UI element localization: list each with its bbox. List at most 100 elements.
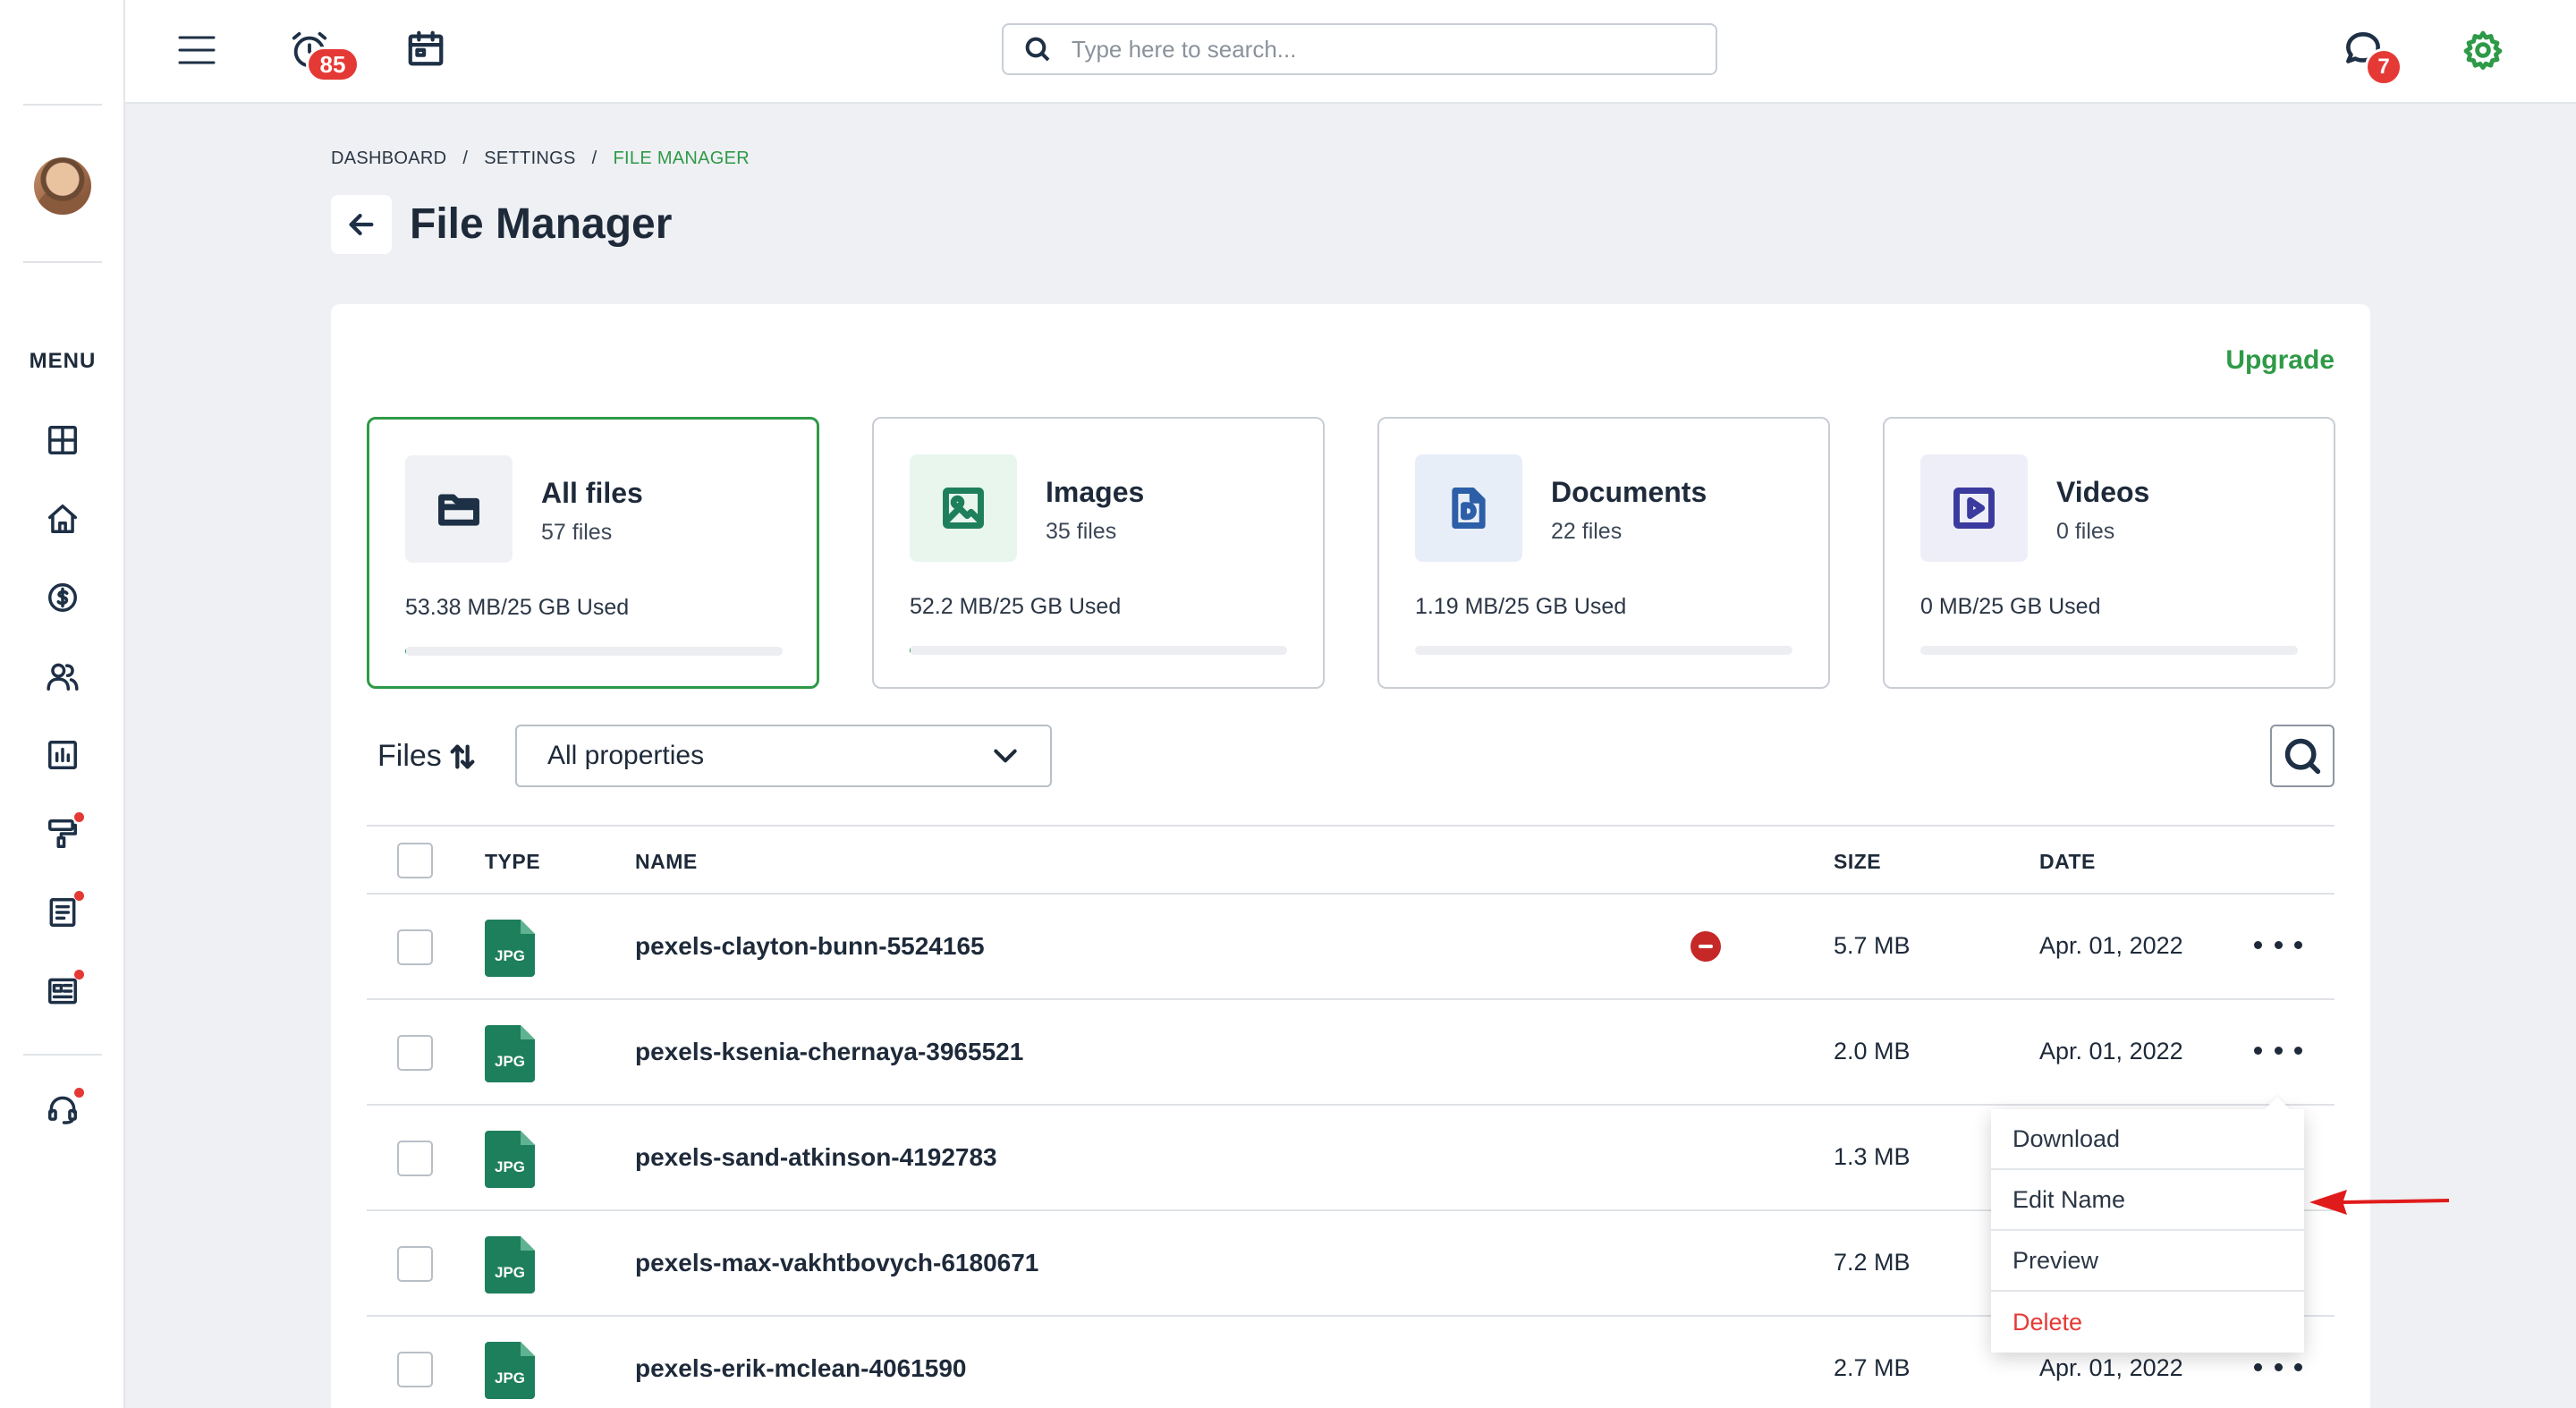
- newspaper-icon: [48, 978, 77, 1005]
- notification-dot: [74, 970, 84, 980]
- storage-used: 1.19 MB/25 GB Used: [1415, 594, 1627, 619]
- dot: [2294, 940, 2302, 949]
- settings-button[interactable]: [2458, 25, 2508, 75]
- sidebar-divider: [23, 104, 102, 106]
- menu-item-download[interactable]: Download: [1991, 1109, 2304, 1170]
- table-search-button[interactable]: [2270, 725, 2334, 787]
- property-select[interactable]: All properties: [515, 725, 1052, 787]
- dot: [2294, 1362, 2302, 1371]
- row-checkbox[interactable]: [397, 1246, 433, 1282]
- dot: [2274, 940, 2283, 949]
- video-icon: [1953, 488, 1995, 529]
- back-button[interactable]: [331, 195, 392, 254]
- sidebar-item-support[interactable]: [43, 1088, 84, 1129]
- column-header-date[interactable]: DATE: [2039, 850, 2096, 874]
- sidebar-item-news[interactable]: [43, 970, 84, 1011]
- storage-title: All files: [541, 477, 643, 509]
- storage-icon-box: [405, 455, 513, 563]
- dot: [2274, 1046, 2283, 1055]
- storage-file-count: 0 files: [2056, 519, 2115, 544]
- file-size: 2.7 MB: [1834, 1354, 1911, 1381]
- table-row[interactable]: JPG pexels-clayton-bunn-5524165 5.7 MB A…: [367, 895, 2334, 1000]
- storage-title: Videos: [2056, 476, 2150, 508]
- storage-used: 53.38 MB/25 GB Used: [405, 595, 630, 620]
- image-icon: [943, 488, 984, 529]
- menu-item-delete[interactable]: Delete: [1991, 1292, 2304, 1353]
- breadcrumb-separator: /: [462, 148, 469, 168]
- column-header-size[interactable]: SIZE: [1834, 850, 1881, 874]
- layout-icon: [48, 426, 77, 454]
- menu-item-edit-name[interactable]: Edit Name: [1991, 1170, 2304, 1231]
- storage-card-all-files[interactable]: All files 57 files 53.38 MB/25 GB Used: [367, 417, 819, 689]
- alarm-button[interactable]: 85: [286, 27, 360, 82]
- breadcrumb-settings[interactable]: SETTINGS: [484, 148, 575, 169]
- paint-roller-icon: [48, 819, 77, 848]
- storage-progress-fill: [910, 646, 911, 655]
- dollar-icon: [48, 583, 77, 612]
- row-actions-button[interactable]: [2254, 927, 2302, 963]
- sidebar-item-users[interactable]: [43, 657, 82, 696]
- dot: [2294, 1046, 2302, 1055]
- calendar-button[interactable]: [402, 25, 449, 72]
- file-type-label: JPG: [495, 1370, 525, 1387]
- breadcrumb-separator: /: [591, 148, 597, 168]
- upgrade-link[interactable]: Upgrade: [2225, 345, 2334, 376]
- file-type-label: JPG: [495, 947, 525, 964]
- row-actions-button[interactable]: [2254, 1349, 2302, 1385]
- row-actions-button[interactable]: [2254, 1032, 2302, 1068]
- search-icon: [1025, 37, 1050, 62]
- storage-card-documents[interactable]: Documents 22 files 1.19 MB/25 GB Used: [1377, 417, 1830, 689]
- file-type-label: JPG: [495, 1053, 525, 1070]
- jpg-file-icon: JPG: [485, 1236, 535, 1293]
- hamburger-menu-button[interactable]: [174, 27, 220, 73]
- storage-progress-fill: [405, 647, 406, 656]
- chat-button[interactable]: 7: [2338, 25, 2402, 86]
- row-checkbox[interactable]: [397, 1035, 433, 1071]
- storage-icon-box: [910, 454, 1017, 562]
- file-name[interactable]: pexels-erik-mclean-4061590: [635, 1354, 966, 1383]
- dot: [2254, 940, 2262, 949]
- select-all-checkbox[interactable]: [397, 843, 433, 878]
- row-checkbox[interactable]: [397, 1352, 433, 1387]
- users-icon: [47, 663, 79, 691]
- table-row[interactable]: JPG pexels-ksenia-chernaya-3965521 2.0 M…: [367, 1000, 2334, 1106]
- chat-badge: 7: [2365, 48, 2402, 86]
- file-date: Apr. 01, 2022: [2039, 1354, 2183, 1381]
- search-input[interactable]: [1072, 35, 1680, 64]
- hamburger-icon: [178, 36, 216, 64]
- file-name[interactable]: pexels-sand-atkinson-4192783: [635, 1143, 997, 1172]
- breadcrumb-file-manager: FILE MANAGER: [613, 148, 750, 168]
- row-checkbox[interactable]: [397, 929, 433, 965]
- file-name[interactable]: pexels-ksenia-chernaya-3965521: [635, 1038, 1023, 1066]
- sidebar-item-dashboard[interactable]: [43, 420, 82, 460]
- file-size: 7.2 MB: [1834, 1249, 1911, 1276]
- menu-item-preview[interactable]: Preview: [1991, 1231, 2304, 1292]
- jpg-file-icon: JPG: [485, 920, 535, 977]
- calendar-icon: [408, 30, 444, 66]
- sidebar-item-paint[interactable]: [43, 812, 84, 853]
- storage-used: 52.2 MB/25 GB Used: [910, 594, 1122, 619]
- annotation-arrow-icon: [2309, 1190, 2449, 1215]
- sidebar-item-home[interactable]: [43, 499, 82, 539]
- file-type-label: JPG: [495, 1264, 525, 1281]
- column-header-name[interactable]: NAME: [635, 850, 698, 874]
- sidebar-item-documents[interactable]: [43, 891, 84, 932]
- sidebar-item-finance[interactable]: [43, 578, 82, 617]
- sidebar-item-reports[interactable]: [43, 735, 82, 775]
- document-icon: [1452, 488, 1486, 529]
- search-icon: [2284, 738, 2321, 775]
- search-box[interactable]: [1002, 23, 1717, 75]
- column-header-type[interactable]: TYPE: [485, 850, 540, 874]
- file-name[interactable]: pexels-max-vakhtbovych-6180671: [635, 1249, 1038, 1277]
- files-sort-button[interactable]: Files: [377, 739, 478, 774]
- breadcrumb-dashboard[interactable]: DASHBOARD: [331, 148, 446, 169]
- file-name[interactable]: pexels-clayton-bunn-5524165: [635, 932, 985, 961]
- row-checkbox[interactable]: [397, 1141, 433, 1176]
- dot: [2254, 1362, 2262, 1371]
- storage-icon-box: [1415, 454, 1522, 562]
- avatar[interactable]: [34, 157, 91, 215]
- row-actions-menu: Download Edit Name Preview Delete: [1991, 1109, 2304, 1353]
- notification-dot: [74, 891, 84, 901]
- storage-card-images[interactable]: Images 35 files 52.2 MB/25 GB Used: [872, 417, 1325, 689]
- storage-card-videos[interactable]: Videos 0 files 0 MB/25 GB Used: [1883, 417, 2335, 689]
